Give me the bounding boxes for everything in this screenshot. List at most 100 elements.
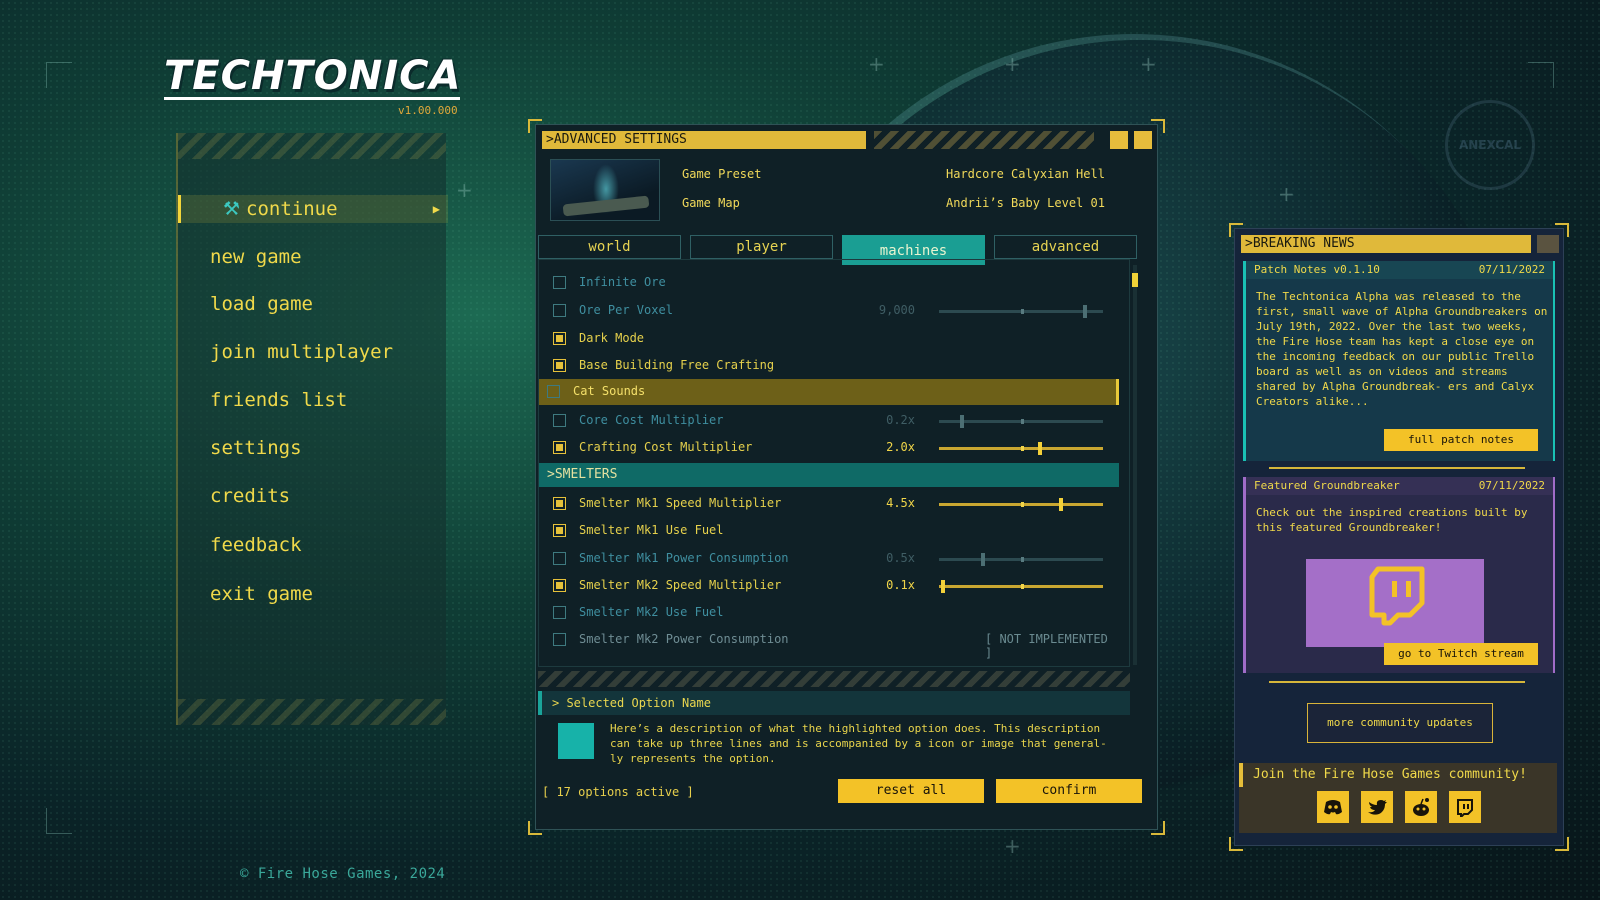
option-value: 2.0x bbox=[886, 440, 915, 454]
screen-corner bbox=[46, 808, 72, 834]
slider-knob[interactable] bbox=[1059, 498, 1063, 511]
slider-knob[interactable] bbox=[1083, 305, 1087, 318]
option-value: 0.1x bbox=[886, 578, 915, 592]
option-row[interactable]: Smelter Mk2 Speed Multiplier 0.1x bbox=[545, 573, 1115, 599]
slider-knob[interactable] bbox=[981, 553, 985, 566]
slider-midpoint bbox=[1021, 502, 1024, 507]
option-slider[interactable] bbox=[939, 305, 1103, 318]
option-label: Dark Mode bbox=[579, 331, 645, 345]
close-button[interactable] bbox=[1134, 131, 1152, 149]
news-divider bbox=[1269, 681, 1525, 683]
options-list: Infinite Ore Ore Per Voxel 9,000 Dark Mode B… bbox=[538, 259, 1130, 667]
card-header: Featured Groundbreaker 07/11/2022 bbox=[1246, 477, 1553, 495]
option-label: Smelter Mk2 Use Fuel bbox=[579, 605, 724, 619]
menu-item-exit-game[interactable]: exit game bbox=[178, 580, 448, 608]
menu-item-credits[interactable]: credits bbox=[178, 482, 448, 510]
option-checkbox[interactable] bbox=[553, 579, 566, 592]
scrollbar-thumb[interactable] bbox=[1132, 273, 1138, 287]
twitch-icon[interactable] bbox=[1449, 791, 1481, 823]
tab-player[interactable]: player bbox=[690, 235, 833, 259]
option-checkbox[interactable] bbox=[553, 359, 566, 372]
menu-item-join-multiplayer[interactable]: join multiplayer bbox=[178, 338, 448, 366]
option-label: Smelter Mk2 Power Consumption bbox=[579, 632, 789, 646]
main-menu: ⚒ continue ▶ new game load game join mult… bbox=[176, 133, 448, 725]
preset-value[interactable]: Hardcore Calyxian Hell bbox=[946, 167, 1105, 181]
reddit-icon[interactable] bbox=[1405, 791, 1437, 823]
techtonica-logo: TECHTONICA bbox=[164, 56, 460, 100]
option-slider[interactable] bbox=[939, 442, 1103, 455]
option-checkbox[interactable] bbox=[553, 606, 566, 619]
join-community-banner: Join the Fire Hose Games community! bbox=[1239, 763, 1557, 787]
option-checkbox[interactable] bbox=[553, 332, 566, 345]
minimize-button[interactable] bbox=[1110, 131, 1128, 149]
more-community-updates-button[interactable]: more community updates bbox=[1307, 703, 1493, 743]
option-checkbox[interactable] bbox=[553, 633, 566, 646]
panel-corner bbox=[1555, 837, 1569, 851]
option-checkbox[interactable] bbox=[553, 524, 566, 537]
go-to-twitch-button[interactable]: go to Twitch stream bbox=[1384, 643, 1538, 665]
option-row[interactable]: Smelter Mk1 Power Consumption 0.5x bbox=[545, 546, 1115, 572]
slider-knob[interactable] bbox=[1038, 442, 1042, 455]
full-patch-notes-button[interactable]: full patch notes bbox=[1384, 429, 1538, 451]
description-title: > Selected Option Name bbox=[538, 691, 1130, 715]
option-row[interactable]: Infinite Ore bbox=[545, 270, 1115, 296]
option-checkbox[interactable] bbox=[553, 304, 566, 317]
option-slider[interactable] bbox=[939, 580, 1103, 593]
menu-item-friends-list[interactable]: friends list bbox=[178, 386, 448, 414]
option-checkbox[interactable] bbox=[553, 414, 566, 427]
menu-item-load-game[interactable]: load game bbox=[178, 290, 448, 318]
reset-all-button[interactable]: reset all bbox=[838, 779, 984, 803]
option-row[interactable]: Smelter Mk1 Speed Multiplier 4.5x bbox=[545, 491, 1115, 517]
confirm-button[interactable]: confirm bbox=[996, 779, 1142, 803]
option-row[interactable]: Ore Per Voxel 9,000 bbox=[545, 298, 1115, 324]
option-row[interactable]: Crafting Cost Multiplier 2.0x bbox=[545, 435, 1115, 461]
patch-notes-title: Patch Notes v0.1.10 bbox=[1254, 263, 1380, 276]
slider-midpoint bbox=[1021, 584, 1024, 589]
option-row[interactable]: Cat Sounds bbox=[539, 379, 1119, 405]
option-row[interactable]: Smelter Mk2 Power Consumption [ NOT IMPLE… bbox=[545, 627, 1115, 660]
advanced-settings-panel: >ADVANCED SETTINGS Game Preset Hardcore … bbox=[528, 119, 1165, 835]
scrollbar-track[interactable] bbox=[1133, 265, 1137, 665]
map-value[interactable]: Andrii’s Baby Level 01 bbox=[946, 196, 1105, 210]
slider-knob[interactable] bbox=[941, 580, 945, 593]
menu-item-label: load game bbox=[210, 293, 313, 315]
option-label: Crafting Cost Multiplier bbox=[579, 440, 753, 454]
option-row[interactable]: Smelter Mk2 Use Fuel bbox=[545, 600, 1115, 626]
option-checkbox[interactable] bbox=[547, 385, 560, 398]
panel-corner bbox=[1151, 821, 1165, 835]
discord-icon[interactable] bbox=[1317, 791, 1349, 823]
option-checkbox[interactable] bbox=[553, 497, 566, 510]
menu-item-settings[interactable]: settings bbox=[178, 434, 448, 462]
option-row[interactable]: Dark Mode bbox=[545, 326, 1115, 352]
option-slider[interactable] bbox=[939, 498, 1103, 511]
option-label: Smelter Mk1 Speed Multiplier bbox=[579, 496, 782, 510]
plus-marker: + bbox=[1004, 834, 1021, 858]
option-slider[interactable] bbox=[939, 553, 1103, 566]
menu-item-label: friends list bbox=[210, 389, 348, 411]
option-row[interactable]: Core Cost Multiplier 0.2x bbox=[545, 408, 1115, 434]
menu-item-continue[interactable]: ⚒ continue ▶ bbox=[178, 195, 448, 223]
preset-label: Game Preset bbox=[682, 167, 762, 181]
option-checkbox[interactable] bbox=[553, 552, 566, 565]
screen-corner bbox=[1528, 62, 1554, 88]
option-checkbox[interactable] bbox=[553, 276, 566, 289]
featured-date: 07/11/2022 bbox=[1478, 479, 1545, 492]
section-header-smelters[interactable]: >SMELTERS bbox=[539, 463, 1119, 487]
option-row[interactable]: Base Building Free Crafting bbox=[545, 353, 1115, 379]
twitter-icon[interactable] bbox=[1361, 791, 1393, 823]
tab-world[interactable]: world bbox=[538, 235, 681, 259]
menu-item-feedback[interactable]: feedback bbox=[178, 531, 448, 559]
twitch-thumbnail[interactable] bbox=[1306, 559, 1484, 647]
discord-glyph bbox=[1324, 800, 1342, 815]
tab-advanced[interactable]: advanced bbox=[994, 235, 1137, 259]
option-row[interactable]: Smelter Mk1 Use Fuel bbox=[545, 518, 1115, 544]
tools-icon: ⚒ bbox=[223, 198, 241, 220]
slider-knob[interactable] bbox=[960, 415, 964, 428]
menu-item-label: new game bbox=[210, 246, 302, 268]
menu-item-new-game[interactable]: new game bbox=[178, 243, 448, 271]
option-checkbox[interactable] bbox=[553, 441, 566, 454]
panel-corner bbox=[528, 119, 542, 133]
menu-item-label: settings bbox=[210, 437, 302, 459]
title-hazard-stripe bbox=[874, 131, 1094, 149]
option-slider[interactable] bbox=[939, 415, 1103, 428]
